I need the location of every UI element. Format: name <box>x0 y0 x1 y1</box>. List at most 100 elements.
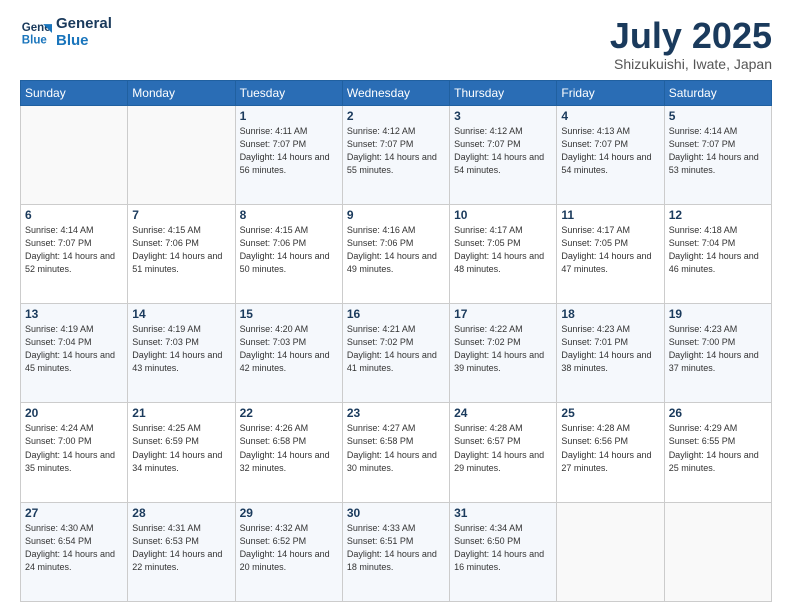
weekday-header: Thursday <box>450 80 557 105</box>
day-info: Sunrise: 4:21 AMSunset: 7:02 PMDaylight:… <box>347 323 445 375</box>
calendar-cell <box>21 105 128 204</box>
weekday-header: Monday <box>128 80 235 105</box>
day-number: 3 <box>454 109 552 123</box>
calendar-cell: 10 Sunrise: 4:17 AMSunset: 7:05 PMDayligh… <box>450 204 557 303</box>
calendar-cell: 31Sunrise: 4:34 AMSunset: 6:50 PMDayligh… <box>450 502 557 601</box>
day-number: 10 <box>454 208 552 222</box>
month-title: July 2025 <box>610 16 772 56</box>
day-info: Sunrise: 4:19 AMSunset: 7:04 PMDaylight:… <box>25 323 123 375</box>
calendar-cell: 5Sunrise: 4:14 AMSunset: 7:07 PMDaylight… <box>664 105 771 204</box>
day-number: 17 <box>454 307 552 321</box>
weekday-header: Wednesday <box>342 80 449 105</box>
day-info: Sunrise: 4:14 AMSunset: 7:07 PMDaylight:… <box>669 125 767 177</box>
day-info: Sunrise: 4:17 AMSunset: 7:05 PMDaylight:… <box>561 224 659 276</box>
logo-blue: Blue <box>56 33 112 50</box>
day-info: Sunrise: 4:20 AMSunset: 7:03 PMDaylight:… <box>240 323 338 375</box>
location: Shizukuishi, Iwate, Japan <box>610 56 772 72</box>
day-number: 29 <box>240 506 338 520</box>
day-info: Sunrise: 4:23 AMSunset: 7:00 PMDaylight:… <box>669 323 767 375</box>
calendar-week-row: 13 Sunrise: 4:19 AMSunset: 7:04 PMDayligh… <box>21 304 772 403</box>
day-number: 22 <box>240 406 338 420</box>
day-info: Sunrise: 4:28 AMSunset: 6:56 PMDaylight:… <box>561 422 659 474</box>
calendar-cell: 30Sunrise: 4:33 AMSunset: 6:51 PMDayligh… <box>342 502 449 601</box>
calendar-cell: 9 Sunrise: 4:16 AMSunset: 7:06 PMDaylight… <box>342 204 449 303</box>
page: General Blue General Blue July 2025 Shiz… <box>0 0 792 612</box>
day-number: 20 <box>25 406 123 420</box>
day-number: 7 <box>132 208 230 222</box>
day-number: 12 <box>669 208 767 222</box>
calendar-cell: 26Sunrise: 4:29 AMSunset: 6:55 PMDayligh… <box>664 403 771 502</box>
day-info: Sunrise: 4:28 AMSunset: 6:57 PMDaylight:… <box>454 422 552 474</box>
header: General Blue General Blue July 2025 Shiz… <box>20 16 772 72</box>
day-info: Sunrise: 4:14 AMSunset: 7:07 PMDaylight:… <box>25 224 123 276</box>
day-info: Sunrise: 4:19 AMSunset: 7:03 PMDaylight:… <box>132 323 230 375</box>
calendar-header-row: SundayMondayTuesdayWednesdayThursdayFrid… <box>21 80 772 105</box>
calendar-cell: 3 Sunrise: 4:12 AMSunset: 7:07 PMDaylight… <box>450 105 557 204</box>
day-info: Sunrise: 4:23 AMSunset: 7:01 PMDaylight:… <box>561 323 659 375</box>
calendar-cell <box>128 105 235 204</box>
day-number: 24 <box>454 406 552 420</box>
day-number: 9 <box>347 208 445 222</box>
day-number: 26 <box>669 406 767 420</box>
weekday-header: Friday <box>557 80 664 105</box>
calendar-cell: 20 Sunrise: 4:24 AMSunset: 7:00 PMDayligh… <box>21 403 128 502</box>
day-number: 30 <box>347 506 445 520</box>
calendar-week-row: 6 Sunrise: 4:14 AMSunset: 7:07 PMDaylight… <box>21 204 772 303</box>
day-info: Sunrise: 4:24 AMSunset: 7:00 PMDaylight:… <box>25 422 123 474</box>
day-info: Sunrise: 4:13 AMSunset: 7:07 PMDaylight:… <box>561 125 659 177</box>
day-number: 14 <box>132 307 230 321</box>
day-number: 18 <box>561 307 659 321</box>
calendar-week-row: 1 Sunrise: 4:11 AMSunset: 7:07 PMDaylight… <box>21 105 772 204</box>
calendar-cell: 27 Sunrise: 4:30 AMSunset: 6:54 PMDayligh… <box>21 502 128 601</box>
calendar-cell: 23Sunrise: 4:27 AMSunset: 6:58 PMDayligh… <box>342 403 449 502</box>
calendar-cell: 6 Sunrise: 4:14 AMSunset: 7:07 PMDaylight… <box>21 204 128 303</box>
day-number: 8 <box>240 208 338 222</box>
day-info: Sunrise: 4:17 AMSunset: 7:05 PMDaylight:… <box>454 224 552 276</box>
day-info: Sunrise: 4:34 AMSunset: 6:50 PMDaylight:… <box>454 522 552 574</box>
day-number: 15 <box>240 307 338 321</box>
day-info: Sunrise: 4:15 AMSunset: 7:06 PMDaylight:… <box>240 224 338 276</box>
calendar-cell <box>664 502 771 601</box>
day-info: Sunrise: 4:16 AMSunset: 7:06 PMDaylight:… <box>347 224 445 276</box>
day-number: 13 <box>25 307 123 321</box>
day-info: Sunrise: 4:27 AMSunset: 6:58 PMDaylight:… <box>347 422 445 474</box>
day-number: 2 <box>347 109 445 123</box>
day-number: 27 <box>25 506 123 520</box>
day-number: 1 <box>240 109 338 123</box>
calendar-cell: 1 Sunrise: 4:11 AMSunset: 7:07 PMDaylight… <box>235 105 342 204</box>
day-number: 4 <box>561 109 659 123</box>
day-info: Sunrise: 4:30 AMSunset: 6:54 PMDaylight:… <box>25 522 123 574</box>
weekday-header: Saturday <box>664 80 771 105</box>
day-info: Sunrise: 4:32 AMSunset: 6:52 PMDaylight:… <box>240 522 338 574</box>
logo-general: General <box>56 16 112 33</box>
calendar-week-row: 27 Sunrise: 4:30 AMSunset: 6:54 PMDayligh… <box>21 502 772 601</box>
calendar-cell: 18 Sunrise: 4:23 AMSunset: 7:01 PMDayligh… <box>557 304 664 403</box>
calendar-cell: 21Sunrise: 4:25 AMSunset: 6:59 PMDayligh… <box>128 403 235 502</box>
svg-text:Blue: Blue <box>22 34 48 46</box>
day-number: 6 <box>25 208 123 222</box>
calendar-cell <box>557 502 664 601</box>
logo-icon: General Blue <box>20 17 52 49</box>
calendar-cell: 15 Sunrise: 4:20 AMSunset: 7:03 PMDayligh… <box>235 304 342 403</box>
weekday-header: Tuesday <box>235 80 342 105</box>
calendar-cell: 13 Sunrise: 4:19 AMSunset: 7:04 PMDayligh… <box>21 304 128 403</box>
day-info: Sunrise: 4:26 AMSunset: 6:58 PMDaylight:… <box>240 422 338 474</box>
title-block: July 2025 Shizukuishi, Iwate, Japan <box>610 16 772 72</box>
calendar-cell: 4 Sunrise: 4:13 AMSunset: 7:07 PMDaylight… <box>557 105 664 204</box>
day-number: 19 <box>669 307 767 321</box>
day-info: Sunrise: 4:11 AMSunset: 7:07 PMDaylight:… <box>240 125 338 177</box>
day-info: Sunrise: 4:25 AMSunset: 6:59 PMDaylight:… <box>132 422 230 474</box>
day-info: Sunrise: 4:22 AMSunset: 7:02 PMDaylight:… <box>454 323 552 375</box>
calendar-week-row: 20 Sunrise: 4:24 AMSunset: 7:00 PMDayligh… <box>21 403 772 502</box>
day-info: Sunrise: 4:12 AMSunset: 7:07 PMDaylight:… <box>347 125 445 177</box>
calendar-cell: 8 Sunrise: 4:15 AMSunset: 7:06 PMDaylight… <box>235 204 342 303</box>
day-info: Sunrise: 4:31 AMSunset: 6:53 PMDaylight:… <box>132 522 230 574</box>
day-info: Sunrise: 4:12 AMSunset: 7:07 PMDaylight:… <box>454 125 552 177</box>
calendar-cell: 22 Sunrise: 4:26 AMSunset: 6:58 PMDayligh… <box>235 403 342 502</box>
day-number: 16 <box>347 307 445 321</box>
day-number: 25 <box>561 406 659 420</box>
logo: General Blue General Blue <box>20 16 112 49</box>
calendar-cell: 12Sunrise: 4:18 AMSunset: 7:04 PMDayligh… <box>664 204 771 303</box>
calendar-cell: 14 Sunrise: 4:19 AMSunset: 7:03 PMDayligh… <box>128 304 235 403</box>
calendar-cell: 17 Sunrise: 4:22 AMSunset: 7:02 PMDayligh… <box>450 304 557 403</box>
